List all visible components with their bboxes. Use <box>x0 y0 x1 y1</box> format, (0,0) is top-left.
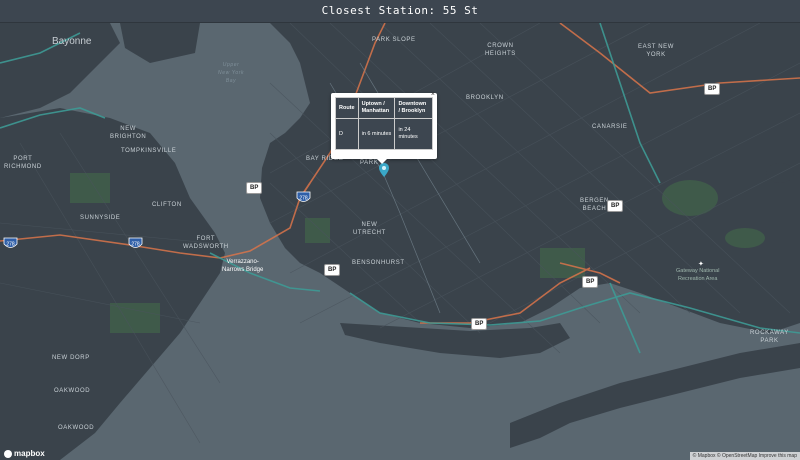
label-clifton: CLIFTON <box>152 202 182 208</box>
cell-uptown: in 6 minutes <box>357 118 396 150</box>
label-tompkinsville: TOMPKINSVILLE <box>121 148 177 154</box>
header-title: Closest Station: 55 St <box>321 4 479 17</box>
header-uptown: Uptown / Manhattan <box>357 97 396 119</box>
header-route: Route <box>335 97 359 119</box>
label-brooklyn: BROOKLYN <box>466 95 504 101</box>
interstate-shield-icon: 278 <box>3 237 18 248</box>
header-downtown: Downtown / Brooklyn <box>394 97 433 119</box>
arrival-table: Route Uptown / Manhattan Downtown / Broo… <box>335 97 433 150</box>
label-new-utrecht: NEW UTRECHT <box>353 222 386 236</box>
label-gateway: Gateway National Recreation Area <box>676 268 720 282</box>
label-bayonne: Bayonne <box>52 36 92 47</box>
label-oakwood-2: OAKWOOD <box>58 425 95 431</box>
shield-278-b: 278 <box>6 242 15 248</box>
cell-downtown: in 24 minutes <box>394 118 433 150</box>
popup-tip <box>377 159 387 164</box>
bp-shield-2: BP <box>246 182 263 194</box>
bp-shield-3: BP <box>607 200 624 212</box>
label-fort-wadsworth: FORT WADSWORTH <box>183 236 229 250</box>
label-rockaway-park: ROCKAWAY PARK <box>750 330 789 344</box>
label-new-dorp: NEW DORP <box>52 355 90 361</box>
park-poi-icon: ✦ <box>698 261 704 268</box>
bp-shield-5: BP <box>582 276 599 288</box>
label-sunnyside: SUNNYSIDE <box>80 215 121 221</box>
mapbox-logo-icon <box>4 449 12 458</box>
label-bergen-beach: BERGEN BEACH <box>580 198 609 212</box>
shield-278-c: 278 <box>131 242 140 248</box>
label-port-richmond: PORT RICHMOND <box>4 156 42 170</box>
label-water-bay: Upper New York Bay <box>218 62 245 84</box>
page-header: Closest Station: 55 St <box>0 0 800 23</box>
bp-shield-1: BP <box>704 83 721 95</box>
label-bridge: Verrazzano- Narrows Bridge <box>222 259 264 273</box>
mapbox-logo-text: mapbox <box>14 449 45 458</box>
station-popup: × Route Uptown / Manhattan Downtown / Br… <box>331 91 437 164</box>
label-new-brighton: NEW BRIGHTON <box>110 126 147 140</box>
shield-278-a: 278 <box>299 196 308 202</box>
bp-shield-4: BP <box>324 264 341 276</box>
station-marker-icon[interactable] <box>379 163 389 177</box>
interstate-shield-icon: 278 <box>296 191 311 202</box>
label-east-new-york: EAST NEW YORK <box>638 44 675 58</box>
label-park-slope: PARK SLOPE <box>372 37 416 43</box>
bp-shield-6: BP <box>471 318 488 330</box>
interstate-shield-icon: 278 <box>128 237 143 248</box>
map-attribution[interactable]: © Mapbox © OpenStreetMap Improve this ma… <box>689 452 800 460</box>
map-background <box>0 23 800 460</box>
label-canarsie: CANARSIE <box>592 124 628 130</box>
label-bensonhurst: BENSONHURST <box>352 260 405 266</box>
label-crown-heights: CROWN HEIGHTS <box>485 43 516 57</box>
label-park: PARK <box>360 160 379 166</box>
label-oakwood-1: OAKWOOD <box>54 388 91 394</box>
map-canvas[interactable]: Bayonne PARK SLOPE CROWN HEIGHTS EAST NE… <box>0 23 800 460</box>
mapbox-logo[interactable]: mapbox <box>4 449 45 458</box>
table-row: D in 6 minutes in 24 minutes <box>335 118 433 150</box>
cell-route: D <box>335 118 359 150</box>
